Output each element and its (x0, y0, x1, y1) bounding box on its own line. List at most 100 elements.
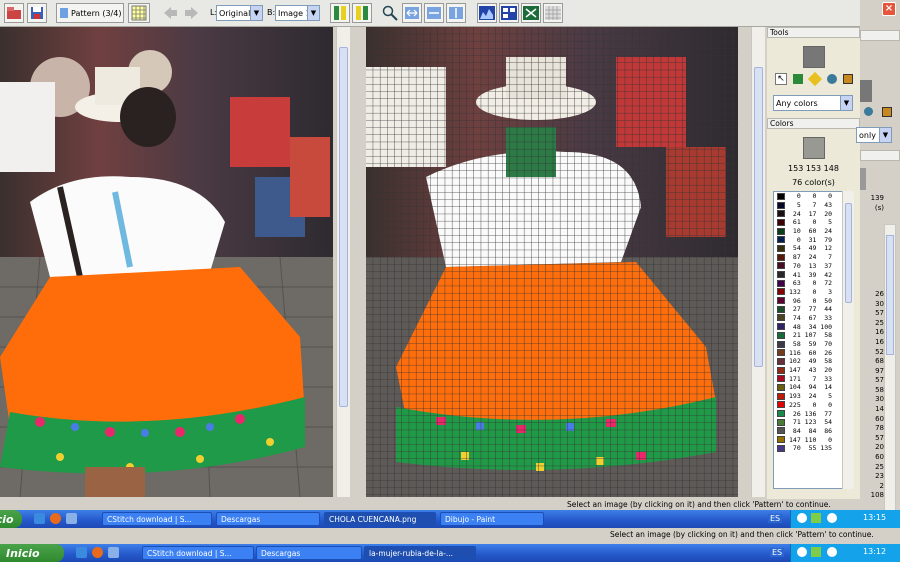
save-icon[interactable] (27, 3, 47, 23)
tray-icon[interactable] (827, 547, 837, 557)
bg-color-number (860, 213, 884, 223)
color-list-item[interactable]: 41 39 42 (774, 270, 843, 279)
color-list-item[interactable]: 132 0 3 (774, 288, 843, 297)
pencil-icon[interactable] (807, 71, 823, 87)
split-view-icon[interactable] (330, 3, 350, 23)
taskbar-button-mujer[interactable]: la-mujer-rubia-de-la-... (364, 546, 476, 560)
histogram-icon[interactable] (477, 3, 497, 23)
color-list-item[interactable]: 171 7 33 (774, 374, 843, 383)
color-list-item[interactable]: 70 13 37 (774, 262, 843, 271)
color-list-item[interactable]: 0 0 0 (774, 192, 843, 201)
open-icon[interactable] (4, 3, 24, 23)
taskbar-button-cstitch[interactable]: CStitch download | S... (142, 546, 254, 560)
color-swatch (777, 375, 785, 383)
pointer-icon[interactable]: ↖ (775, 73, 787, 85)
dropper-icon[interactable] (827, 74, 837, 84)
color-list-item[interactable]: 71 123 54 (774, 418, 843, 427)
tray-icon[interactable] (797, 547, 807, 557)
color-swatch (777, 314, 785, 322)
color-filter-select[interactable]: Any colors ▼ (773, 95, 853, 111)
scrollbar-thumb[interactable] (339, 47, 348, 407)
close-icon[interactable]: × (882, 2, 896, 16)
taskbar-button-cstitch[interactable]: CStitch download | S... (102, 512, 212, 526)
taskbar-button-label: CStitch download | S... (147, 548, 232, 558)
scrollbar-thumb[interactable] (754, 67, 763, 367)
original-image[interactable] (0, 27, 333, 497)
color-list-item[interactable]: 54 49 12 (774, 244, 843, 253)
bg-color-number (860, 223, 884, 233)
fit-width-icon[interactable] (424, 3, 444, 23)
right-scrollbar[interactable] (751, 27, 765, 497)
bg-color-number: 30 (875, 395, 884, 404)
color-list-item[interactable]: 147 43 20 (774, 366, 843, 375)
color-list-item[interactable]: 147 110 0 (774, 435, 843, 444)
pattern-button[interactable]: Pattern (3/4) (56, 3, 124, 23)
color-list-item[interactable]: 225 0 0 (774, 401, 843, 410)
image-select[interactable]: Image 1 ▼ (275, 5, 320, 21)
language-indicator[interactable]: ES (770, 548, 785, 557)
color-list-item[interactable]: 74 67 33 (774, 314, 843, 323)
firefox-icon[interactable] (50, 513, 61, 524)
taskbar-button-descargas[interactable]: Descargas (256, 546, 362, 560)
forward-arrow-icon[interactable] (182, 3, 202, 23)
scrollbar-thumb[interactable] (845, 203, 852, 303)
symbols-icon[interactable] (521, 3, 541, 23)
grid-icon[interactable] (128, 3, 150, 23)
replace-icon[interactable] (843, 74, 853, 84)
language-indicator[interactable]: ES (768, 514, 783, 523)
color-rgb-label: 193 24 5 (789, 392, 833, 401)
preview-grid-icon[interactable] (543, 3, 563, 23)
color-list-item[interactable]: 26 136 77 (774, 409, 843, 418)
color-list-item[interactable]: 116 60 26 (774, 348, 843, 357)
color-list-item[interactable]: 84 84 86 (774, 427, 843, 436)
color-list-item[interactable]: 21 107 58 (774, 331, 843, 340)
bg-color-number: 60 (875, 414, 884, 423)
pattern-preview[interactable] (366, 27, 738, 497)
clock[interactable]: 13:12 (863, 547, 886, 556)
taskbar-button-paint[interactable]: Dibujo - Paint (440, 512, 544, 526)
tray-icon[interactable] (797, 513, 807, 523)
tray-icon[interactable] (811, 547, 821, 557)
clock[interactable]: 13:15 (863, 513, 886, 522)
firefox-icon[interactable] (92, 547, 103, 558)
color-list-item[interactable]: 48 34 100 (774, 322, 843, 331)
color-list-item[interactable]: 61 0 5 (774, 218, 843, 227)
color-rgb-label: 0 31 79 (789, 235, 833, 244)
split-view-alt-icon[interactable] (352, 3, 372, 23)
taskbar-button-chola[interactable]: CHOLA CUENCANA.png (324, 512, 436, 526)
tray-icon[interactable] (827, 513, 837, 523)
color-list-item[interactable]: 104 94 14 (774, 383, 843, 392)
view-select[interactable]: Original ▼ (216, 5, 263, 21)
color-list-item[interactable]: 193 24 5 (774, 392, 843, 401)
color-swatch (777, 227, 785, 235)
back-arrow-icon[interactable] (160, 3, 180, 23)
color-list-item[interactable]: 70 55 135 (774, 444, 843, 453)
color-list-item[interactable]: 27 77 44 (774, 305, 843, 314)
tray-icon[interactable] (811, 513, 821, 523)
fit-height-icon[interactable] (446, 3, 466, 23)
color-list-item[interactable]: 96 0 50 (774, 296, 843, 305)
color-list[interactable]: 0 0 0 5 7 43 24 17 20 61 0 5 10 60 24 0 … (773, 191, 844, 489)
windows-icon[interactable] (108, 547, 119, 558)
zoom-icon[interactable] (380, 3, 400, 23)
desktop-icon[interactable] (76, 547, 87, 558)
fill-icon[interactable] (793, 74, 803, 84)
start-button[interactable]: Inicio (0, 510, 22, 528)
scrollbar-thumb (886, 235, 894, 355)
color-list-item[interactable]: 63 0 72 (774, 279, 843, 288)
color-list-scrollbar[interactable] (842, 191, 854, 489)
fit-icon[interactable] (402, 3, 422, 23)
color-list-item[interactable]: 102 49 58 (774, 357, 843, 366)
color-list-item[interactable]: 58 59 70 (774, 340, 843, 349)
start-button[interactable]: Inicio (0, 544, 64, 562)
color-list-item[interactable]: 87 24 7 (774, 253, 843, 262)
left-scrollbar[interactable] (336, 27, 350, 497)
color-list-item[interactable]: 5 7 43 (774, 201, 843, 210)
taskbar-button-descargas[interactable]: Descargas (216, 512, 320, 526)
color-list-item[interactable]: 10 60 24 (774, 227, 843, 236)
windows-icon[interactable] (66, 513, 77, 524)
color-list-item[interactable]: 24 17 20 (774, 209, 843, 218)
desktop-icon[interactable] (34, 513, 45, 524)
palette-icon[interactable] (499, 3, 519, 23)
color-list-item[interactable]: 0 31 79 (774, 235, 843, 244)
